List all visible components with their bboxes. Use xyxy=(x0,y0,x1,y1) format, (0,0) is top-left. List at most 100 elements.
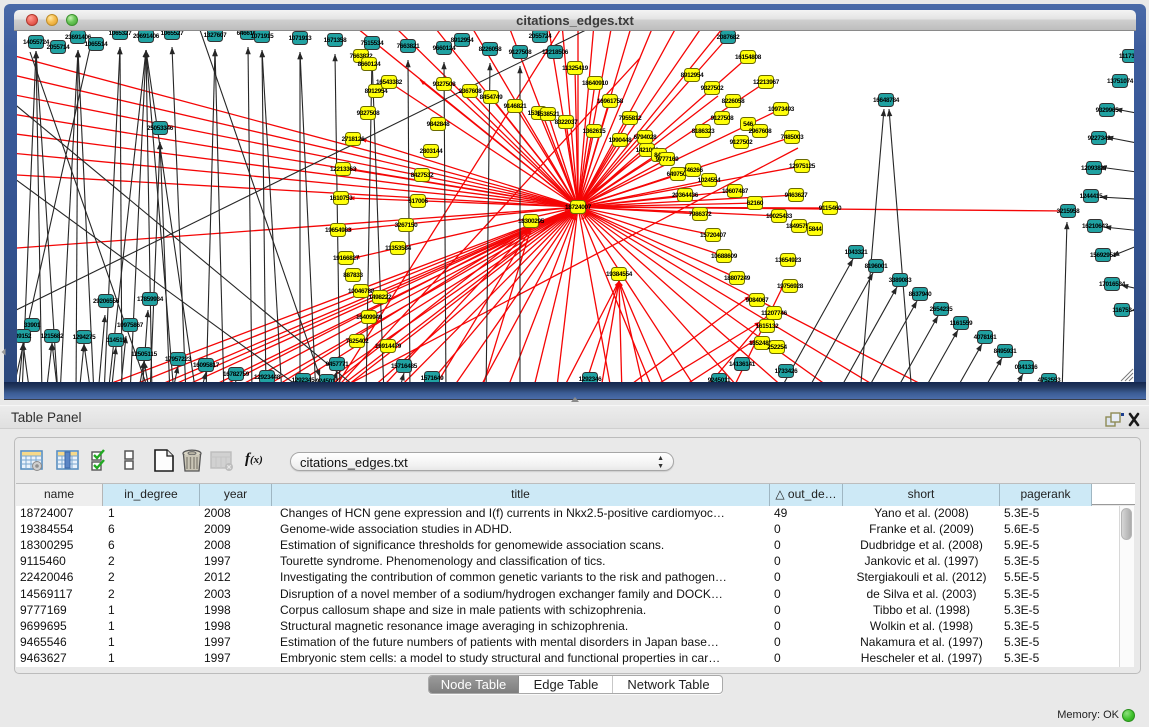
svg-text:7955812: 7955812 xyxy=(619,115,643,122)
svg-text:9127508: 9127508 xyxy=(711,115,735,122)
svg-text:9329965: 9329965 xyxy=(1096,107,1120,114)
svg-text:617006: 617006 xyxy=(408,198,428,205)
svg-text:1215682: 1215682 xyxy=(41,333,65,340)
svg-text:8196001: 8196001 xyxy=(865,263,889,270)
svg-text:39152: 39152 xyxy=(17,333,32,340)
svg-text:8912954: 8912954 xyxy=(681,72,705,79)
svg-text:8322037: 8322037 xyxy=(555,119,579,126)
svg-text:6794028: 6794028 xyxy=(634,134,658,141)
svg-text:13751074: 13751074 xyxy=(1107,78,1134,85)
svg-text:3389083: 3389083 xyxy=(889,277,913,284)
svg-text:16210643: 16210643 xyxy=(1082,223,1109,230)
svg-text:20691406: 20691406 xyxy=(133,33,160,40)
svg-text:0341316: 0341316 xyxy=(1015,364,1039,371)
svg-text:12213363: 12213363 xyxy=(330,166,357,173)
svg-text:9842848: 9842848 xyxy=(427,121,451,128)
svg-text:887833: 887833 xyxy=(343,272,363,279)
svg-text:252254: 252254 xyxy=(767,344,787,351)
svg-text:17016534: 17016534 xyxy=(1099,281,1126,288)
svg-text:11353584: 11353584 xyxy=(385,245,411,252)
svg-text:8912954: 8912954 xyxy=(451,37,475,44)
svg-text:19654983: 19654983 xyxy=(325,227,352,234)
svg-text:1071913: 1071913 xyxy=(289,35,313,42)
svg-text:2055724: 2055724 xyxy=(529,33,553,40)
svg-text:19166827: 19166827 xyxy=(333,255,360,262)
svg-text:13654923: 13654923 xyxy=(775,257,802,264)
svg-text:9127502: 9127502 xyxy=(730,139,754,146)
svg-text:1065514: 1065514 xyxy=(85,41,109,48)
svg-text:2055714: 2055714 xyxy=(47,44,71,51)
svg-text:16782759: 16782759 xyxy=(223,371,250,378)
svg-text:18724007: 18724007 xyxy=(565,204,592,211)
svg-text:1071915: 1071915 xyxy=(251,33,275,40)
svg-text:1327607: 1327607 xyxy=(204,32,228,39)
svg-text:7663821: 7663821 xyxy=(397,43,421,50)
svg-text:17957223: 17957223 xyxy=(165,356,192,363)
svg-text:8660124: 8660124 xyxy=(358,61,382,68)
svg-text:116753: 116753 xyxy=(1112,307,1132,314)
svg-text:2803144: 2803144 xyxy=(420,148,444,155)
svg-text:16095817: 16095817 xyxy=(193,362,220,369)
svg-text:9084067: 9084067 xyxy=(746,297,770,304)
svg-text:23691406: 23691406 xyxy=(65,34,92,41)
svg-text:19384554: 19384554 xyxy=(606,271,633,278)
svg-text:9660124: 9660124 xyxy=(433,45,457,52)
svg-text:15716485: 15716485 xyxy=(391,363,418,370)
svg-text:8226058: 8226058 xyxy=(722,98,746,105)
svg-text:1065327: 1065327 xyxy=(109,31,133,37)
svg-text:2654235: 2654235 xyxy=(930,306,954,313)
svg-text:7485003: 7485003 xyxy=(781,134,805,141)
svg-text:3267150: 3267150 xyxy=(395,222,419,229)
svg-text:1990448: 1990448 xyxy=(609,137,633,144)
svg-text:10688609: 10688609 xyxy=(711,253,738,260)
svg-text:1292346: 1292346 xyxy=(579,376,603,382)
svg-text:18807249: 18807249 xyxy=(724,275,751,282)
svg-text:1161559: 1161559 xyxy=(950,320,973,327)
svg-text:9146821: 9146821 xyxy=(504,103,528,110)
svg-text:1117304: 1117304 xyxy=(1119,53,1134,60)
svg-text:9127508: 9127508 xyxy=(509,49,533,56)
svg-text:10025433: 10025433 xyxy=(766,213,793,220)
svg-text:12975125: 12975125 xyxy=(789,163,816,170)
svg-text:16961758: 16961758 xyxy=(597,98,624,105)
svg-text:9115460: 9115460 xyxy=(819,205,842,212)
svg-text:9227342: 9227342 xyxy=(1088,135,1112,142)
svg-text:11207746: 11207746 xyxy=(761,310,787,317)
svg-text:1292345: 1292345 xyxy=(292,377,316,382)
svg-text:9463627: 9463627 xyxy=(785,192,809,199)
svg-text:7515534: 7515534 xyxy=(361,40,385,47)
svg-text:1733426: 1733426 xyxy=(775,368,799,375)
svg-text:7986372: 7986372 xyxy=(689,211,713,218)
svg-text:8427532: 8427532 xyxy=(411,172,435,179)
svg-text:1294275: 1294275 xyxy=(73,334,97,341)
svg-text:10975867: 10975867 xyxy=(117,322,144,329)
svg-text:9245011: 9245011 xyxy=(708,377,731,382)
svg-text:8454749: 8454749 xyxy=(480,94,504,101)
svg-text:7625402: 7625402 xyxy=(346,338,370,345)
svg-text:2967608: 2967608 xyxy=(749,128,773,135)
svg-text:1362615: 1362615 xyxy=(583,128,607,135)
svg-text:25053346: 25053346 xyxy=(147,125,174,132)
svg-text:3215958: 3215958 xyxy=(1057,208,1081,215)
svg-text:12218506: 12218506 xyxy=(542,49,569,56)
svg-text:8226058: 8226058 xyxy=(479,46,503,53)
svg-text:9327502: 9327502 xyxy=(701,85,725,92)
svg-text:746266: 746266 xyxy=(683,167,703,174)
svg-text:19756928: 19756928 xyxy=(777,283,804,290)
svg-text:33901: 33901 xyxy=(24,322,41,329)
svg-text:14136141: 14136141 xyxy=(729,361,756,368)
svg-text:29206556: 29206556 xyxy=(93,298,120,305)
svg-text:5844: 5844 xyxy=(808,226,822,233)
svg-text:8637940: 8637940 xyxy=(909,291,933,298)
svg-text:2367608: 2367608 xyxy=(459,88,483,95)
svg-text:20364436: 20364436 xyxy=(672,192,699,199)
svg-text:2087682: 2087682 xyxy=(717,34,741,41)
svg-text:114519: 114519 xyxy=(106,337,126,344)
svg-text:62160: 62160 xyxy=(747,200,764,207)
svg-text:1610753: 1610753 xyxy=(330,195,354,202)
svg-text:12093827: 12093827 xyxy=(1081,165,1108,172)
svg-text:8495931: 8495931 xyxy=(994,348,1018,355)
svg-text:17859934: 17859934 xyxy=(137,296,164,303)
svg-text:12923448: 12923448 xyxy=(254,374,281,381)
svg-text:9327508: 9327508 xyxy=(357,110,381,117)
